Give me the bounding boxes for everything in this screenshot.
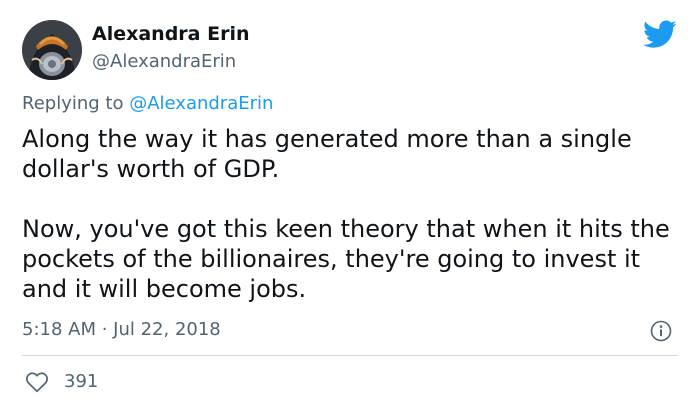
author-name[interactable]: Alexandra Erin	[92, 23, 250, 45]
tweet-timestamp[interactable]: 5:18 AM · Jul 22, 2018	[22, 319, 221, 340]
tweet-text: Along the way it has generated more than…	[22, 124, 684, 304]
tweet-paragraph: Along the way it has generated more than…	[22, 125, 632, 183]
author-handle[interactable]: @AlexandraErin	[92, 51, 236, 72]
info-glyph	[650, 320, 672, 342]
reply-mention-link[interactable]: @AlexandraErin	[129, 93, 273, 114]
heart-glyph	[26, 372, 48, 393]
info-icon[interactable]	[650, 320, 672, 342]
heart-icon[interactable]	[25, 371, 49, 393]
twitter-bird-glyph	[643, 20, 677, 48]
avatar-image	[22, 20, 82, 80]
twitter-bird-icon[interactable]	[643, 20, 677, 50]
replying-to-label: Replying to	[22, 93, 124, 114]
tweet-paragraph: Now, you've got this keen theory that wh…	[22, 215, 670, 303]
like-count: 391	[64, 371, 99, 392]
replying-to-line: Replying to @AlexandraErin	[22, 93, 273, 114]
divider	[22, 355, 678, 356]
tweet-card: Alexandra Erin @AlexandraErin Replying t…	[0, 0, 700, 410]
avatar[interactable]	[22, 20, 82, 80]
